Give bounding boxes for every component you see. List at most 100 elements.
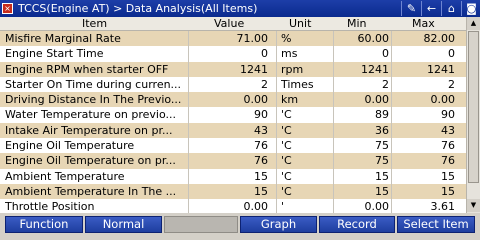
table-row[interactable]: Water Temperature on previo... 90 'C 89 90	[0, 107, 466, 122]
cell-min: 75	[375, 139, 389, 153]
back-arrow-icon[interactable]: ←	[421, 1, 441, 16]
cell-min: 89	[375, 108, 389, 122]
data-table: Item Value Unit Min Max Misfire Marginal…	[0, 17, 466, 213]
cell-unit: '	[281, 200, 285, 213]
cell-max: 15	[441, 184, 455, 198]
cell-max: 82.00	[423, 32, 456, 45]
cell-min: 0	[382, 47, 389, 61]
record-button[interactable]: Record	[319, 216, 395, 233]
table-row[interactable]: Driving Distance In The Previo... 0.00 km 0…	[0, 92, 466, 108]
cell-item: Ambient Temperature	[5, 169, 125, 183]
cell-value: 0	[261, 47, 268, 61]
window-title: TCCS(Engine AT) > Data Analysis(All Item…	[18, 2, 258, 15]
column-divider	[276, 31, 277, 213]
table-row[interactable]: Misfire Marginal Rate 71.00% 60.00 82.00	[0, 31, 466, 47]
vertical-scrollbar[interactable]: ▲ ▼	[466, 17, 480, 213]
table-row[interactable]: Throttle Position 0.00 ' 0.00 3.61	[0, 199, 466, 213]
cell-unit: 'C	[281, 123, 292, 137]
scroll-down-icon[interactable]: ▼	[467, 199, 480, 212]
cell-value: 76	[254, 139, 268, 153]
cell-unit: %	[281, 32, 292, 45]
cell-value: 15	[254, 169, 268, 183]
cell-value: 1241	[240, 62, 268, 76]
cell-max: 76	[441, 139, 455, 153]
pencil-icon[interactable]: ✎	[401, 1, 421, 16]
cell-item: Starter On Time during curren...	[5, 77, 182, 91]
cell-value: 71.00	[236, 32, 269, 45]
cell-max: 3.61	[430, 200, 456, 213]
cell-max: 2	[448, 77, 455, 91]
cell-item: Ambient Temperature In The ...	[5, 184, 177, 198]
cell-item: Engine Start Time	[5, 47, 104, 61]
header-min[interactable]: Min	[347, 17, 367, 31]
cell-max: 0	[448, 47, 455, 61]
bottom-toolbar: Function Normal Graph Record Select Item	[0, 213, 480, 234]
cell-item: Engine Oil Temperature on pr...	[5, 154, 176, 168]
cell-value: 43	[254, 123, 268, 137]
cell-min: 0.00	[364, 93, 390, 107]
function-button[interactable]: Function	[5, 216, 83, 233]
cell-min: 2	[382, 77, 389, 91]
cell-unit: 'C	[281, 108, 292, 122]
table-row[interactable]: Ambient Temperature 15 'C 15 15	[0, 169, 466, 184]
cell-item: Intake Air Temperature on pr...	[5, 123, 173, 137]
cell-max: 90	[441, 108, 455, 122]
header-item[interactable]: Item	[82, 17, 107, 31]
cell-item: Misfire Marginal Rate	[5, 32, 121, 45]
cell-item: Driving Distance In The Previo...	[5, 93, 182, 107]
cell-value: 0.00	[243, 93, 269, 107]
cell-max: 1241	[427, 62, 455, 76]
normal-button[interactable]: Normal	[85, 216, 162, 233]
cell-unit: km	[281, 93, 299, 107]
cell-unit: 'C	[281, 169, 292, 183]
table-row[interactable]: Starter On Time during curren... 2 Times 2 2	[0, 77, 466, 92]
scrollbar-thumb[interactable]	[468, 31, 479, 183]
cell-value: 15	[254, 184, 268, 198]
cell-min: 15	[375, 184, 389, 198]
cell-unit: 'C	[281, 154, 292, 168]
cell-value: 2	[261, 77, 268, 91]
home-icon[interactable]: ⌂	[441, 1, 461, 16]
cell-unit: Times	[281, 77, 314, 91]
cell-min: 0.00	[364, 200, 390, 213]
cell-min: 36	[375, 123, 389, 137]
table-row[interactable]: Ambient Temperature In The ... 15 'C 15 15	[0, 183, 466, 200]
graph-button[interactable]: Graph	[240, 216, 317, 233]
select-item-button[interactable]: Select Item	[397, 216, 475, 233]
table-row[interactable]: Engine Start Time 0 ms 0 0	[0, 46, 466, 61]
cell-min: 15	[375, 169, 389, 183]
table-row[interactable]: Intake Air Temperature on pr... 43 'C 36 43	[0, 122, 466, 139]
column-divider	[333, 31, 334, 213]
header-max[interactable]: Max	[412, 17, 435, 31]
cell-unit: 'C	[281, 184, 292, 198]
title-bar: × TCCS(Engine AT) > Data Analysis(All It…	[0, 0, 480, 17]
table-row[interactable]: Engine Oil Temperature 76 'C 75 76	[0, 138, 466, 153]
disabled-button	[164, 216, 238, 233]
cell-max: 43	[441, 123, 455, 137]
cell-unit: rpm	[281, 62, 304, 76]
cell-max: 0.00	[430, 93, 456, 107]
cell-max: 15	[441, 169, 455, 183]
scroll-up-icon[interactable]: ▲	[467, 17, 480, 30]
cell-item: Throttle Position	[5, 200, 95, 213]
cell-value: 76	[254, 154, 268, 168]
table-body: Misfire Marginal Rate 71.00% 60.00 82.00 Eng…	[0, 31, 466, 213]
cell-max: 76	[441, 154, 455, 168]
header-unit[interactable]: Unit	[289, 17, 311, 31]
cell-min: 75	[375, 154, 389, 168]
table-row[interactable]: Engine RPM when starter OFF 1241 rpm 1241 12…	[0, 61, 466, 77]
close-icon[interactable]: ×	[2, 3, 13, 14]
cell-unit: 'C	[281, 139, 292, 153]
cell-item: Engine Oil Temperature	[5, 139, 135, 153]
cell-value: 90	[254, 108, 268, 122]
camera-icon[interactable]: ◙	[461, 1, 480, 16]
cell-item: Engine RPM when starter OFF	[5, 62, 169, 76]
cell-item: Water Temperature on previo...	[5, 108, 177, 122]
cell-unit: ms	[281, 47, 298, 61]
table-row[interactable]: Engine Oil Temperature on pr... 76 'C 75 76	[0, 153, 466, 169]
cell-value: 0.00	[243, 200, 269, 213]
cell-min: 60.00	[357, 32, 390, 45]
column-divider	[391, 31, 392, 213]
column-divider	[188, 31, 189, 213]
header-value[interactable]: Value	[214, 17, 244, 31]
